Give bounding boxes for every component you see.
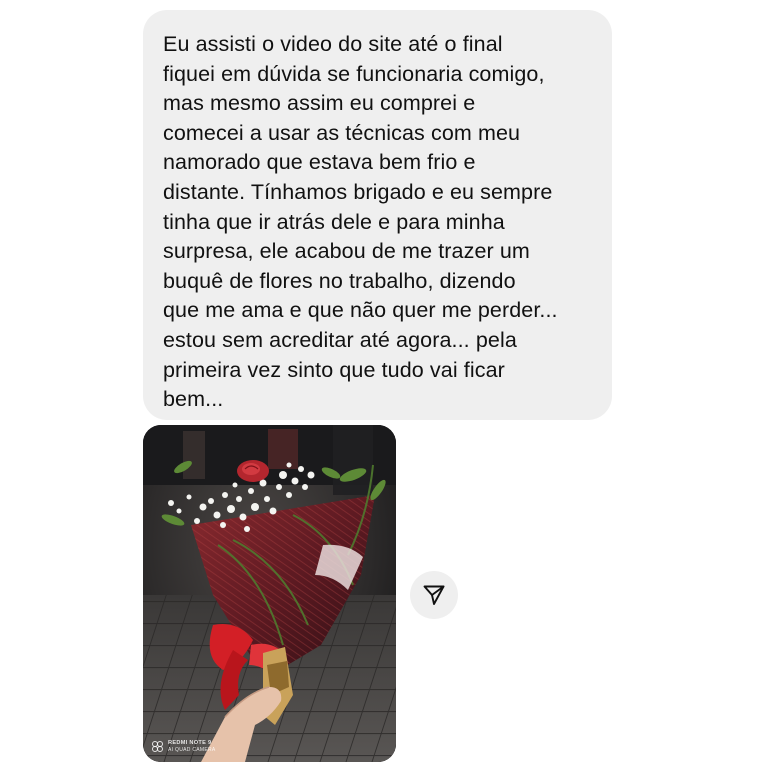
photo-message[interactable]: REDMI NOTE 9 AI QUAD CAMERA (143, 425, 396, 762)
watermark-brand: REDMI NOTE 9 (168, 740, 212, 746)
bouquet-photo (143, 425, 396, 762)
red-rose (237, 460, 269, 482)
chat-screen: Eu assisti o video do site até o final f… (0, 0, 768, 768)
share-button[interactable] (410, 571, 458, 619)
camera-watermark: REDMI NOTE 9 AI QUAD CAMERA (152, 740, 216, 754)
background-figure (333, 425, 373, 495)
camera-rings-icon (152, 741, 164, 753)
watermark-subtitle: AI QUAD CAMERA (168, 747, 216, 753)
paper-plane-icon (423, 585, 445, 605)
background-figure (183, 431, 205, 479)
message-text: Eu assisti o video do site até o final f… (163, 32, 558, 412)
background-figure (268, 429, 298, 469)
message-bubble[interactable]: Eu assisti o video do site até o final f… (143, 10, 612, 420)
